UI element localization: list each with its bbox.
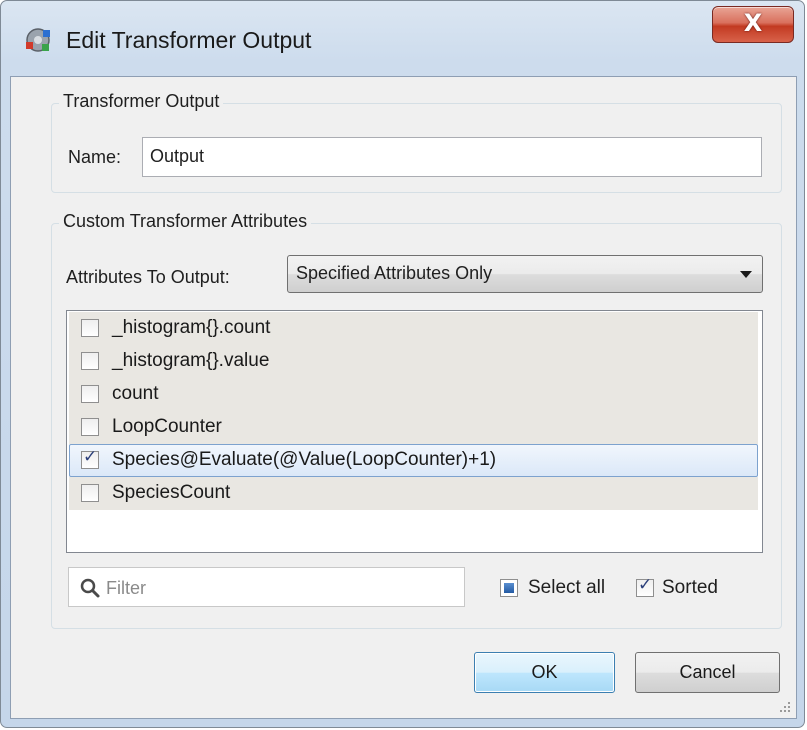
attribute-label: Species@Evaluate(@Value(LoopCounter)+1) <box>112 449 497 470</box>
dialog-window: Edit Transformer Output X Transformer Ou… <box>0 0 805 728</box>
attribute-label: SpeciesCount <box>112 482 231 503</box>
ok-button[interactable]: OK <box>474 652 615 693</box>
name-label: Name: <box>68 147 122 167</box>
filter-input[interactable]: Filter <box>68 567 465 607</box>
filter-placeholder: Filter <box>106 578 146 598</box>
attribute-checkbox[interactable] <box>81 352 99 370</box>
sorted-checkbox[interactable]: ✓ <box>636 575 654 597</box>
select-all-checkbox[interactable] <box>500 579 518 597</box>
close-button[interactable]: X <box>712 6 794 43</box>
resize-grip-icon[interactable] <box>778 700 792 714</box>
name-field[interactable]: Output <box>142 137 762 177</box>
window-title: Edit Transformer Output <box>66 27 312 53</box>
attributes-to-output-select[interactable]: Specified Attributes Only <box>287 255 763 293</box>
dialog-body: Transformer Output Name: Output Custom T… <box>10 76 797 719</box>
attributes-list[interactable]: _histogram{}.count _histogram{}.value co… <box>66 310 763 553</box>
list-item[interactable]: SpeciesCount <box>69 477 758 510</box>
partial-check-icon <box>504 583 514 593</box>
attribute-label: _histogram{}.count <box>112 317 271 338</box>
attribute-label: _histogram{}.value <box>112 350 270 371</box>
list-item[interactable]: _histogram{}.count <box>69 312 758 345</box>
title-bar[interactable]: Edit Transformer Output X <box>1 1 804 76</box>
attributes-to-output-value: Specified Attributes Only <box>296 263 493 283</box>
close-icon: X <box>743 9 763 37</box>
attributes-to-output-label: Attributes To Output: <box>66 267 230 287</box>
attribute-label: LoopCounter <box>112 416 222 437</box>
list-item[interactable]: _histogram{}.value <box>69 345 758 378</box>
list-item[interactable]: count <box>69 378 758 411</box>
checkmark-icon: ✓ <box>83 447 98 467</box>
sorted-label[interactable]: Sorted <box>662 577 718 599</box>
attribute-checkbox[interactable] <box>81 484 99 502</box>
attribute-checkbox[interactable] <box>81 385 99 403</box>
search-icon <box>80 578 100 598</box>
attribute-checkbox[interactable] <box>81 418 99 436</box>
attribute-label: count <box>112 383 159 404</box>
list-item[interactable]: LoopCounter <box>69 411 758 444</box>
custom-attributes-group-title: Custom Transformer Attributes <box>59 211 312 232</box>
select-all-label[interactable]: Select all <box>528 577 605 599</box>
fme-transformer-icon <box>26 28 50 52</box>
attribute-checkbox[interactable] <box>81 319 99 337</box>
list-item-selected[interactable]: ✓ Species@Evaluate(@Value(LoopCounter)+1… <box>69 444 758 477</box>
transformer-output-group-title: Transformer Output <box>59 91 224 112</box>
checkmark-icon: ✓ <box>638 575 653 595</box>
attribute-checkbox-checked[interactable]: ✓ <box>81 447 99 469</box>
cancel-button[interactable]: Cancel <box>635 652 780 693</box>
dropdown-arrow-icon <box>740 271 752 278</box>
